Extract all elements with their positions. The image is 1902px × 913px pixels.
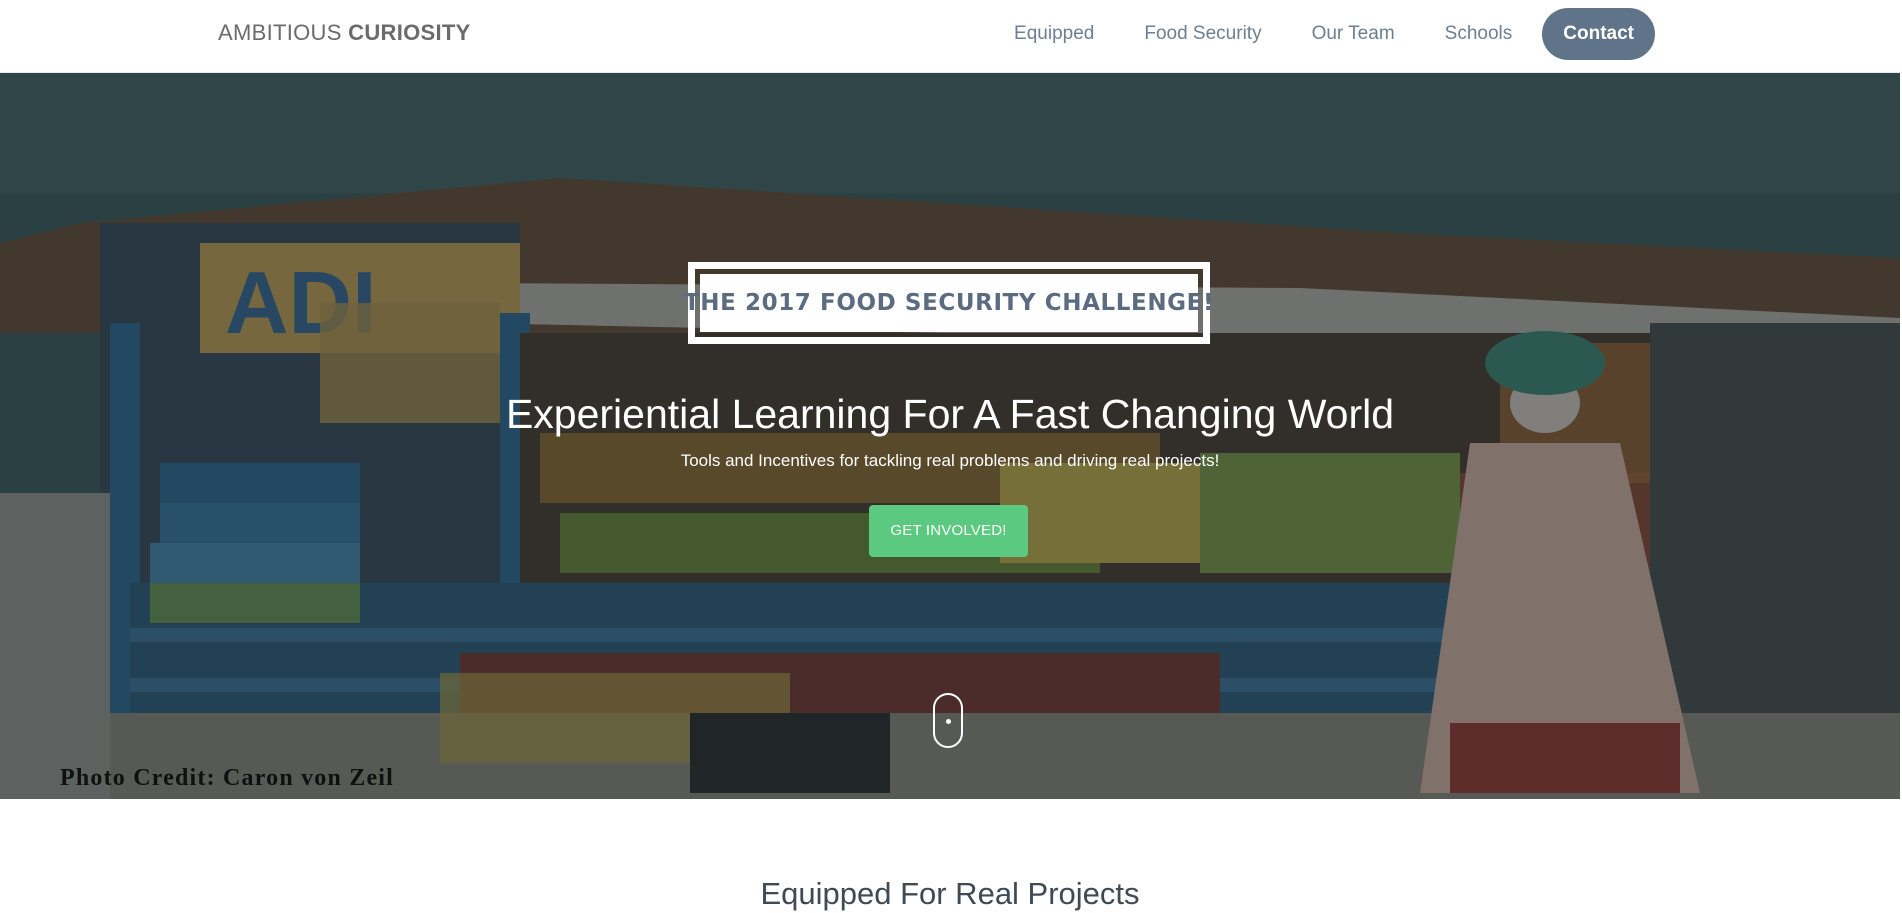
section-title-equipped: Equipped For Real Projects <box>760 876 1140 911</box>
page: AMBITIOUS CURIOSITY Equipped Food Securi… <box>0 0 1902 913</box>
nav-link-contact[interactable]: Contact <box>1542 8 1655 60</box>
nav-link-equipped[interactable]: Equipped <box>989 8 1119 60</box>
main-nav: Equipped Food Security Our Team Schools … <box>989 8 1655 60</box>
get-involved-button[interactable]: GET INVOLVED! <box>869 505 1028 557</box>
nav-link-our-team[interactable]: Our Team <box>1287 8 1420 60</box>
photo-credit: Photo Credit: Caron von Zeil <box>60 765 395 791</box>
challenge-banner-text: THE 2017 FOOD SECURITY CHALLENGE! <box>683 290 1215 316</box>
hero-banner: ADI THE 2017 FOOD SECURITY CHALLENGE! Ex… <box>0 73 1900 799</box>
challenge-banner-inner: THE 2017 FOOD SECURITY CHALLENGE! <box>684 274 1213 332</box>
hero-title: Experiential Learning For A Fast Changin… <box>505 391 1395 437</box>
nav-link-food-security[interactable]: Food Security <box>1119 8 1286 60</box>
brand-name-light: AMBITIOUS <box>218 20 342 45</box>
scroll-dot-icon <box>946 719 951 724</box>
scroll-down-indicator[interactable] <box>933 693 963 748</box>
top-navbar: AMBITIOUS CURIOSITY Equipped Food Securi… <box>0 0 1902 73</box>
challenge-banner[interactable]: THE 2017 FOOD SECURITY CHALLENGE! <box>684 262 1213 344</box>
brand-logo[interactable]: AMBITIOUS CURIOSITY <box>218 20 471 46</box>
nav-link-schools[interactable]: Schools <box>1420 8 1538 60</box>
hero-subtitle: Tools and Incentives for tackling real p… <box>680 451 1220 470</box>
brand-name-bold: CURIOSITY <box>348 20 471 45</box>
